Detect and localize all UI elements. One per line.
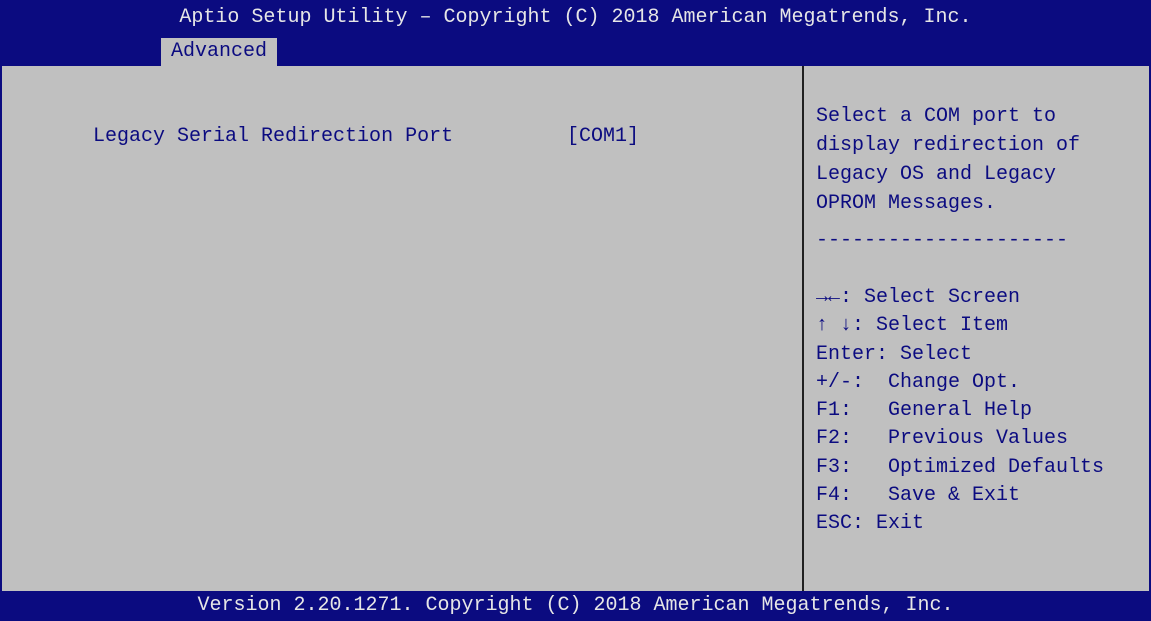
help-description: Select a COM port to display redirection…	[816, 105, 1081, 215]
tab-advanced[interactable]: Advanced	[161, 38, 278, 66]
tab-bar: Advanced	[2, 36, 1149, 66]
key-hint-select-item: ↑ ↓: Select Item	[816, 314, 1009, 338]
setting-label: Legacy Serial Redirection Port	[93, 125, 454, 148]
pane-divider	[802, 66, 804, 591]
setting-legacy-serial-redirection-port[interactable]: Legacy Serial Redirection Port [COM1]	[21, 102, 639, 171]
key-hint-enter: Enter: Select	[816, 342, 973, 366]
key-hint-f3: F3: Optimized Defaults	[816, 455, 1105, 479]
bios-setup-screen: Aptio Setup Utility – Copyright (C) 2018…	[0, 0, 1151, 621]
key-hint-f2: F2: Previous Values	[816, 427, 1069, 451]
key-legend: →←: Select Screen ↑ ↓: Select Item Enter…	[816, 284, 1104, 539]
key-hint-f4: F4: Save & Exit	[816, 484, 1021, 508]
title-bar: Aptio Setup Utility – Copyright (C) 2018…	[2, 0, 1149, 36]
help-pane: Select a COM port to display redirection…	[816, 66, 1146, 591]
setting-value[interactable]: [COM1]	[567, 125, 639, 148]
key-hint-change-opt: +/-: Change Opt.	[816, 370, 1021, 394]
settings-pane: Legacy Serial Redirection Port [COM1]	[2, 66, 802, 591]
key-hint-f1: F1: General Help	[816, 399, 1033, 423]
key-hint-esc: ESC: Exit	[816, 512, 925, 536]
help-separator: ---------------------	[816, 229, 1069, 252]
version-footer: Version 2.20.1271. Copyright (C) 2018 Am…	[2, 591, 1149, 621]
key-hint-select-screen: →←: Select Screen	[816, 286, 1021, 309]
